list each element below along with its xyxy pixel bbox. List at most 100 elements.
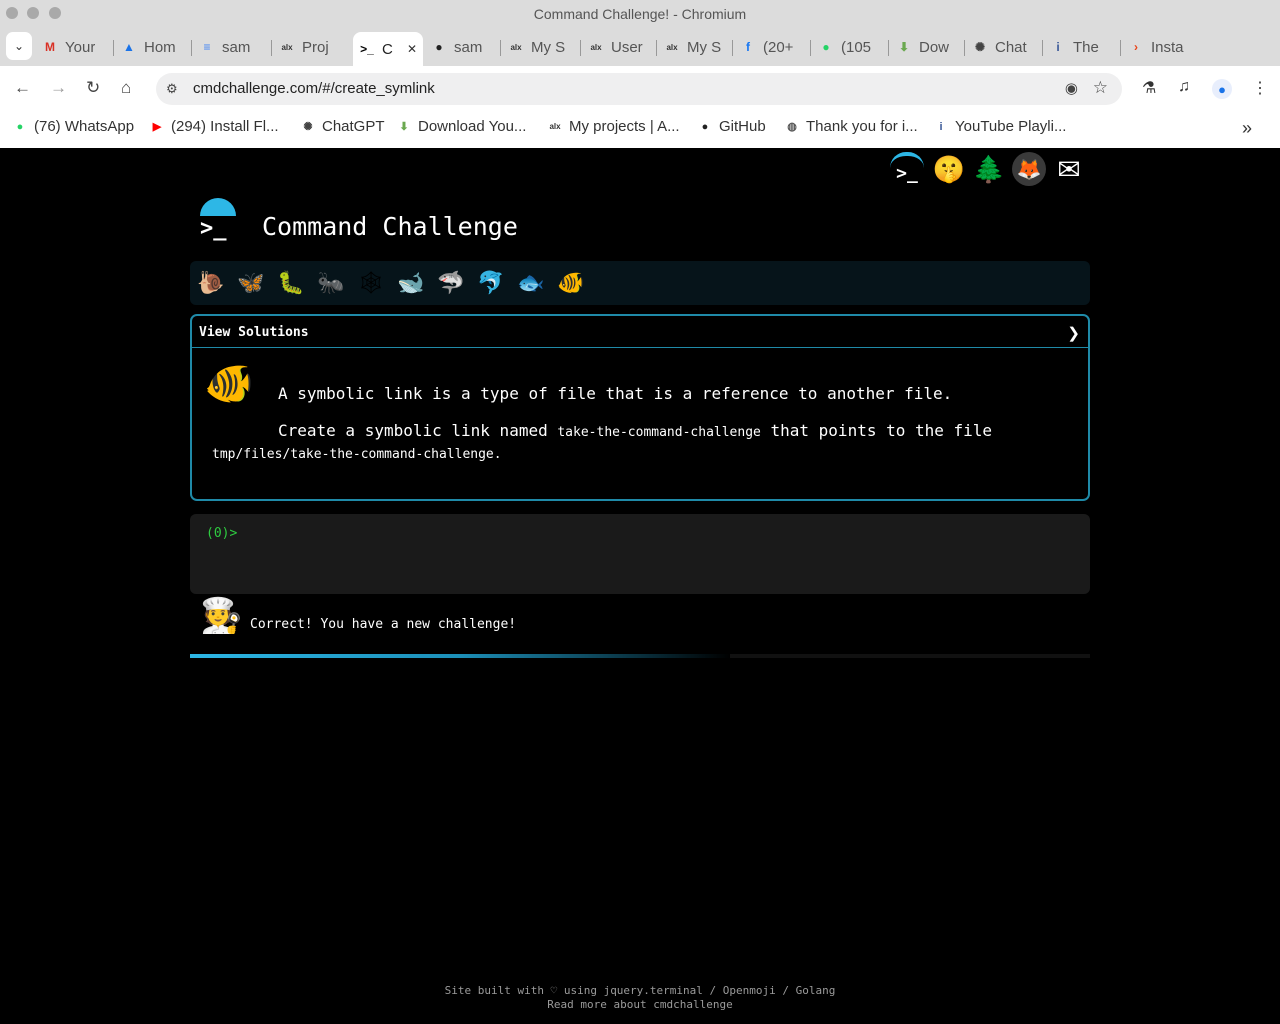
bookmark-item[interactable]: ◍ Thank you for i... — [784, 118, 918, 135]
chevron-right-icon: ❯ — [1067, 325, 1080, 342]
bookmark-label: (294) Install Fl... — [171, 118, 279, 135]
level-fish-icon[interactable]: 🐟 — [515, 267, 547, 299]
menu-kebab-icon[interactable]: ⋮ — [1252, 78, 1268, 98]
home-button[interactable]: ⌂ — [121, 78, 131, 98]
task-prefix: Create a symbolic link named — [278, 421, 548, 440]
browser-toolbar: ← → ↻ ⌂ ⚙ cmdchallenge.com/#/create_syml… — [0, 66, 1280, 112]
back-button[interactable]: ← — [14, 78, 31, 98]
info-icon: i — [939, 120, 943, 133]
alx-icon: alx — [666, 42, 678, 52]
level-whale-icon[interactable]: 🐋 — [395, 267, 427, 299]
tab[interactable]: ⬇ Dow — [896, 32, 956, 62]
view-solutions-toggle[interactable]: View Solutions ❯ — [192, 316, 1088, 348]
tab-strip: ⌄ M Your ▲ Hom ≡ sam alx Proj >_ C ✕ ● sam alx My Salx… — [0, 28, 1280, 84]
tab-label: sam — [454, 38, 483, 56]
close-tab-icon[interactable]: ✕ — [407, 42, 417, 56]
address-bar[interactable]: ⚙ cmdchallenge.com/#/create_symlink ◉ ☆ — [156, 73, 1122, 105]
bookmark-item[interactable]: ● GitHub — [697, 118, 766, 135]
media-control-icon[interactable]: ♫ — [1178, 78, 1190, 96]
result-message: Correct! You have a new challenge! — [250, 617, 517, 632]
tab-label: Your — [65, 38, 96, 56]
facebook-icon: f — [746, 40, 750, 54]
level-shark-icon[interactable]: 🦈 — [435, 267, 467, 299]
tab[interactable]: ▲ Hom — [121, 32, 181, 62]
tab[interactable]: f (20+ — [740, 32, 800, 62]
github-icon: ● — [701, 120, 709, 133]
tab[interactable]: alx My S — [508, 32, 568, 62]
challenge-task-line1: Create a symbolic link named take-the-co… — [278, 421, 992, 440]
tree-icon[interactable]: 🌲 — [972, 152, 1006, 186]
instapy-icon: › — [1134, 40, 1138, 54]
task-suffix: that points to the file — [770, 421, 993, 440]
url-text[interactable]: cmdchallenge.com/#/create_symlink — [193, 80, 435, 97]
site-logo[interactable]: >_ — [196, 198, 240, 242]
page-content: >_ 🤫 🌲 🦊 ✉ >_ Command Challenge 🐌 🦋 🐛 🐜 🕸 🐋 🦈 🐬 🐟 🐠 V… — [0, 148, 1280, 1024]
google-docs-icon: ≡ — [203, 40, 211, 54]
tab[interactable]: alx My S — [664, 32, 724, 62]
bookmark-item[interactable]: ✺ ChatGPT — [300, 118, 384, 135]
forward-button[interactable]: → — [50, 78, 67, 98]
tab-separator — [1042, 40, 1043, 56]
alx-icon: alx — [549, 122, 561, 131]
bookmarks-overflow-icon[interactable]: » — [1242, 118, 1252, 139]
tab[interactable]: ≡ sam — [199, 32, 259, 62]
tropical-fish-icon: 🐠 — [204, 362, 254, 406]
task-target: tmp/files/take-the-command-challenge. — [212, 447, 502, 462]
gitlab-icon[interactable]: 🦊 — [1012, 152, 1046, 186]
bookmark-item[interactable]: ▶ (294) Install Fl... — [149, 118, 279, 135]
tab-separator — [732, 40, 733, 56]
reload-button[interactable]: ↻ — [86, 78, 100, 98]
bookmark-item[interactable]: ● (76) WhatsApp — [12, 118, 134, 135]
tab[interactable]: ● (105 — [818, 32, 878, 62]
footer-credits: Site built with ♡ using jquery.terminal … — [444, 984, 836, 997]
terminal-prompt: (0)> — [206, 526, 238, 541]
level-snail-icon[interactable]: 🐌 — [195, 267, 227, 299]
level-web-icon[interactable]: 🕸 — [355, 267, 387, 299]
tab-label: (20+ — [763, 38, 794, 56]
level-ant-icon[interactable]: 🐜 — [315, 267, 347, 299]
level-dolphin-icon[interactable]: 🐬 — [475, 267, 507, 299]
tab[interactable]: M Your — [42, 32, 102, 62]
bookmark-item[interactable]: alx My projects | A... — [547, 118, 680, 135]
arrow-right-icon: → — [50, 78, 67, 97]
labs-flask-icon[interactable]: ⚗ — [1142, 78, 1156, 98]
level-butterfly-icon[interactable]: 🦋 — [235, 267, 267, 299]
tab-label: Hom — [144, 38, 176, 56]
shushing-face-icon[interactable]: 🤫 — [932, 152, 966, 186]
whatsapp-icon: ● — [16, 120, 24, 133]
bookmark-label: My projects | A... — [569, 118, 680, 135]
bookmark-item[interactable]: i YouTube Playli... — [933, 118, 1066, 135]
level-caterpillar-icon[interactable]: 🐛 — [275, 267, 307, 299]
bookmark-star-icon[interactable]: ☆ — [1093, 78, 1108, 98]
tab-label: My S — [531, 38, 566, 56]
tab-active[interactable]: >_ C ✕ — [353, 32, 423, 66]
tab-label: Chat — [995, 38, 1027, 56]
eye-off-icon[interactable]: ◉ — [1065, 79, 1078, 97]
footer-read-more-link[interactable]: Read more about cmdchallenge — [0, 998, 1280, 1011]
profile-avatar-icon[interactable]: ● — [1212, 79, 1232, 99]
tab[interactable]: ✺ Chat — [972, 32, 1032, 62]
terminal[interactable]: (0)> — [190, 514, 1090, 594]
tab-label: (105 — [841, 38, 872, 56]
alx-icon: alx — [510, 42, 522, 52]
tab[interactable]: ● sam — [431, 32, 491, 62]
youtube-icon: ▶ — [152, 121, 162, 133]
alx-icon: alx — [281, 42, 293, 52]
logo-prompt-icon: >_ — [200, 216, 227, 241]
site-info-icon[interactable]: ⚙ — [166, 81, 178, 97]
arrow-left-icon: ← — [14, 78, 31, 97]
whatsapp-icon: ● — [822, 40, 830, 54]
globe-icon: ◍ — [787, 121, 797, 133]
tab-search-button[interactable]: ⌄ — [6, 32, 32, 60]
terminal-icon[interactable]: >_ — [890, 152, 924, 190]
tab[interactable]: alx Proj — [279, 32, 339, 62]
bookmarks-bar: ● (76) WhatsApp ▶ (294) Install Fl... ✺ ChatG… — [0, 112, 1280, 149]
download-icon: ⬇ — [898, 40, 910, 54]
tab[interactable]: › Insta — [1128, 32, 1188, 62]
tab-separator — [888, 40, 889, 56]
envelope-icon[interactable]: ✉ — [1052, 152, 1086, 186]
bookmark-item[interactable]: ⬇ Download You... — [396, 118, 526, 135]
tab[interactable]: i The — [1050, 32, 1110, 62]
tab[interactable]: alx User — [588, 32, 648, 62]
level-tropical-fish-icon[interactable]: 🐠 — [555, 267, 587, 299]
